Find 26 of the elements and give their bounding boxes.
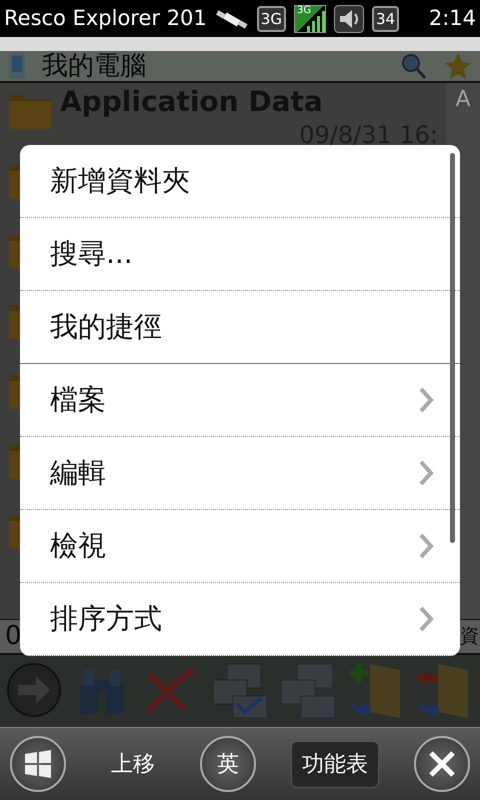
chevron-right-icon bbox=[418, 459, 434, 487]
file-date: 0 bbox=[5, 620, 22, 653]
network-badge: 3G bbox=[256, 6, 286, 32]
softkey-button[interactable]: 上移 bbox=[101, 742, 165, 786]
file-name: 資 bbox=[460, 624, 479, 650]
signal-icon: 3G bbox=[294, 4, 326, 32]
phone-icon bbox=[8, 52, 26, 80]
close-icon bbox=[428, 750, 456, 778]
select-all-icon[interactable] bbox=[210, 662, 269, 720]
folder-title: 我的電腦 bbox=[42, 50, 147, 82]
windows-logo-icon bbox=[23, 750, 53, 778]
battery-badge: 34 bbox=[372, 6, 400, 32]
input-mode-button[interactable]: 英 bbox=[200, 736, 256, 792]
star-icon[interactable] bbox=[444, 52, 472, 80]
go-icon[interactable] bbox=[6, 662, 64, 720]
softkey-button[interactable]: 功能表 bbox=[291, 740, 379, 788]
status-time: 2:14 bbox=[428, 4, 476, 32]
speaker-icon bbox=[334, 4, 364, 32]
chevron-right-icon bbox=[418, 386, 434, 414]
chevron-right-icon bbox=[418, 532, 434, 560]
search-icon[interactable] bbox=[400, 52, 428, 80]
windows-icon[interactable] bbox=[279, 662, 338, 720]
menu-item[interactable]: 新增資料夾 bbox=[20, 145, 460, 218]
status-title: Resco Explorer 201 bbox=[4, 4, 207, 32]
index-letter: A bbox=[455, 87, 471, 112]
chevron-right-icon bbox=[418, 605, 434, 633]
